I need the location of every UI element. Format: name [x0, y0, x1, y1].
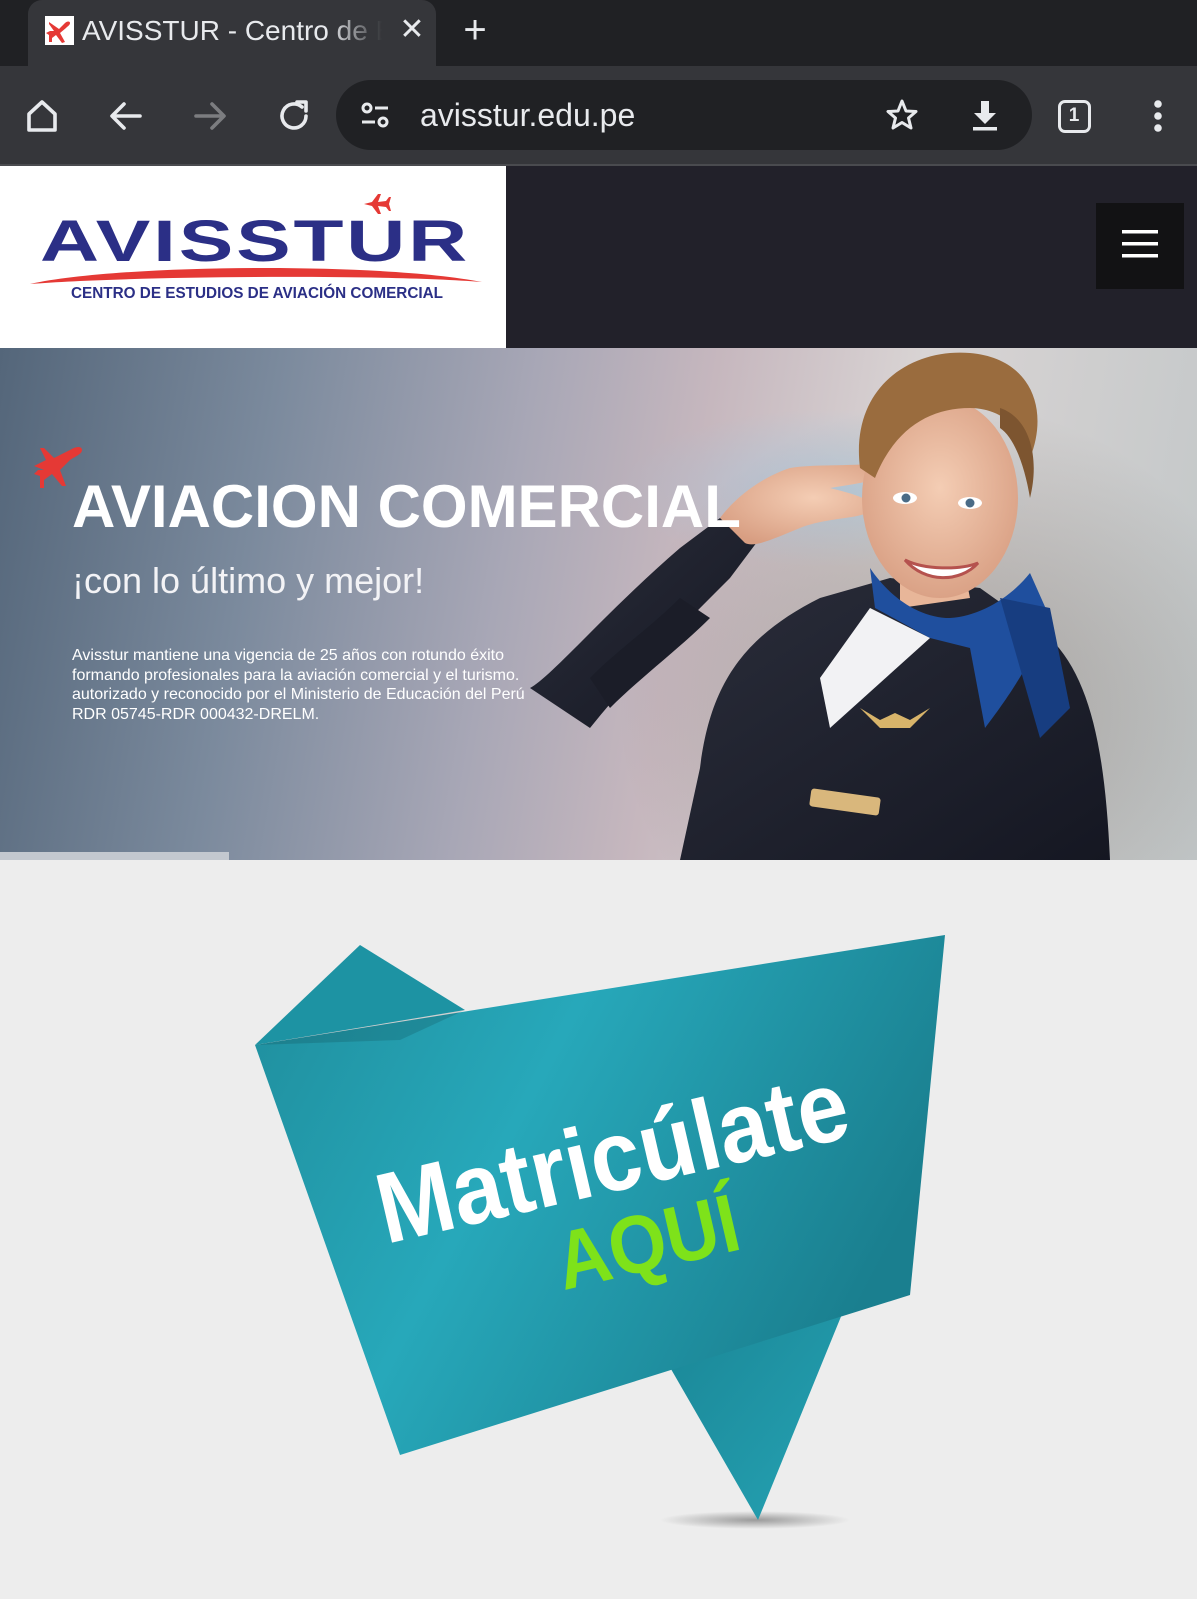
tab-strip: AVISSTUR - Centro de Estudios de Aviació… [0, 0, 1197, 66]
browser-chrome: AVISSTUR - Centro de Estudios de Aviació… [0, 0, 1197, 166]
hero-description-line: autorizado y reconocido por el Ministeri… [72, 686, 525, 703]
site-logo[interactable]: AVISSTUR CENTRO DE ESTUDIOS DE AVIACIÓN … [0, 166, 506, 348]
hero-description-line: RDR 05745-RDR 000432-DRELM. [72, 705, 320, 723]
reload-icon[interactable] [268, 90, 320, 142]
download-icon[interactable] [966, 96, 1004, 134]
site-header: AVISSTUR CENTRO DE ESTUDIOS DE AVIACIÓN … [0, 166, 1197, 348]
tab-switcher-button[interactable]: 1 [1048, 90, 1100, 142]
hamburger-menu-button[interactable] [1096, 203, 1184, 289]
more-menu-icon[interactable] [1132, 90, 1184, 142]
hero-slider[interactable]: AVIACION COMERCIAL ¡con lo último y mejo… [0, 348, 1197, 860]
back-icon[interactable] [100, 90, 152, 142]
forward-icon[interactable] [184, 90, 236, 142]
enroll-here-banner[interactable]: Matricúlate AQUÍ [240, 920, 960, 1530]
browser-toolbar: avisstur.edu.pe 1 [0, 66, 1197, 166]
new-tab-button[interactable]: + [455, 8, 495, 52]
hero-description-line: formando profesionales para la aviación … [72, 666, 520, 684]
url-text[interactable]: avisstur.edu.pe [420, 97, 635, 133]
hero-description: Avisstur mantiene una vigencia de 25 año… [72, 646, 542, 724]
favicon-plane-icon [45, 16, 74, 45]
logo-wordmark: AVISSTUR [40, 209, 470, 274]
logo-tagline: CENTRO DE ESTUDIOS DE AVIACIÓN COMERCIAL [71, 284, 443, 302]
site-settings-icon[interactable] [358, 98, 392, 132]
bookmark-star-icon[interactable] [884, 97, 920, 133]
hero-title: AVIACION COMERCIAL [72, 473, 741, 540]
tab-close-icon[interactable]: ✕ [396, 13, 428, 47]
hero-subtitle: ¡con lo último y mejor! [72, 560, 425, 601]
tab-title: AVISSTUR - Centro de Estudios de Aviació… [82, 15, 382, 46]
tab-count: 1 [1057, 99, 1091, 133]
address-bar[interactable]: avisstur.edu.pe [336, 80, 1032, 150]
menu-icon [1122, 230, 1158, 258]
flight-attendant-image [530, 352, 1110, 860]
hero-description-line: Avisstur mantiene una vigencia de 25 año… [72, 647, 504, 664]
browser-tab[interactable]: AVISSTUR - Centro de Estudios de Aviació… [28, 0, 436, 66]
slider-progress-bar [0, 852, 229, 860]
home-icon[interactable] [16, 90, 68, 142]
